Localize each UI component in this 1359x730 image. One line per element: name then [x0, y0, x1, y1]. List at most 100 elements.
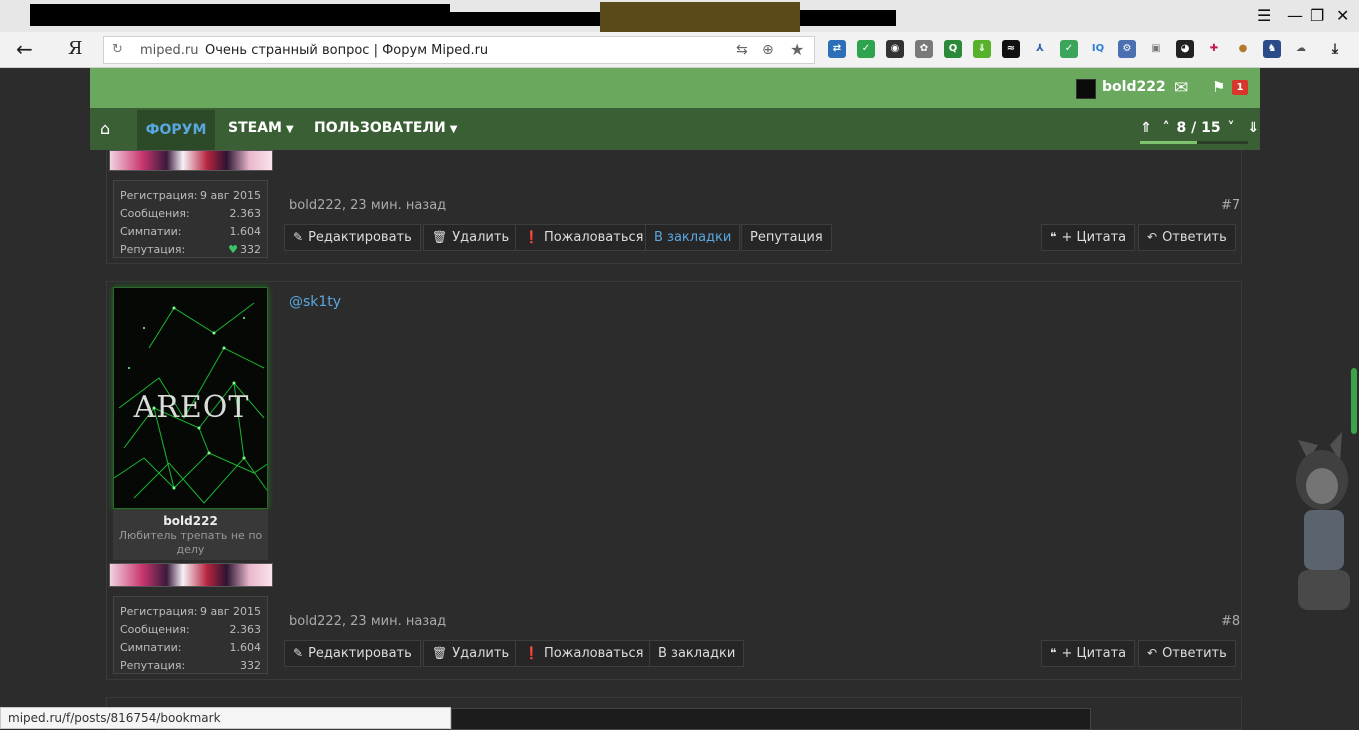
restore-icon[interactable]: ❐ — [1310, 6, 1324, 25]
author-name[interactable]: bold222 — [113, 514, 268, 528]
tab-forum[interactable]: ФОРУМ — [137, 110, 215, 150]
jump-bottom-icon[interactable]: ⇓ — [1247, 120, 1259, 136]
stat-label: Сообщения: — [120, 623, 190, 636]
browser-toolbar: ← Я ↻ miped.ru Очень странный вопрос | Ф… — [0, 32, 1359, 68]
cookie-extension-icon[interactable]: ● — [1234, 40, 1252, 58]
edit-button[interactable]: ✎ Редактировать — [284, 640, 421, 667]
reply-button[interactable]: ↶ Ответить — [1138, 224, 1236, 251]
tab-steam[interactable]: STEAM ▼ — [228, 120, 294, 136]
location-extension-icon[interactable]: ◉ — [886, 40, 904, 58]
page-scrollbar[interactable] — [1351, 368, 1357, 434]
extension-icon[interactable]: ⇄ — [828, 40, 846, 58]
jump-top-icon[interactable]: ⇑ — [1140, 120, 1152, 136]
stat-value: 2.363 — [229, 623, 262, 636]
tab-users[interactable]: ПОЛЬЗОВАТЕЛИ ▼ — [314, 120, 457, 136]
user-stats: Регистрация: 9 авг 2015 Сообщения: 2.363 С… — [113, 180, 268, 258]
post-meta[interactable]: bold222, 23 мин. назад — [289, 614, 446, 629]
alerts-badge[interactable]: 1 — [1232, 80, 1248, 95]
post-meta[interactable]: bold222, 23 мин. назад — [289, 198, 446, 213]
avatar[interactable] — [1076, 79, 1096, 99]
cloud-download-icon[interactable]: ☁ — [1292, 40, 1310, 58]
bookmark-button[interactable]: В закладки — [649, 640, 745, 667]
url-page-title: Очень странный вопрос | Форум Miped.ru — [205, 43, 489, 58]
gift-extension-icon[interactable]: ✚ — [1205, 40, 1223, 58]
stat-label: Регистрация: — [120, 189, 198, 202]
button-label: Редактировать — [308, 646, 412, 661]
user-banner-image — [109, 150, 273, 171]
gear-extension-icon[interactable]: ⚙ — [1118, 40, 1136, 58]
search-extension-icon[interactable]: Q — [944, 40, 962, 58]
url-domain: miped.ru — [140, 43, 199, 58]
figure-extension-icon[interactable]: ⅄ — [1031, 40, 1049, 58]
report-button[interactable]: ❗ Пожаловаться — [515, 640, 653, 667]
menu-icon[interactable]: ☰ — [1257, 6, 1271, 25]
mail-icon[interactable]: ✉ — [1174, 78, 1188, 98]
avatar[interactable]: AREOT — [113, 287, 268, 509]
exclamation-icon: ❗ — [524, 230, 539, 244]
quote-button[interactable]: ❝ + Цитата — [1041, 224, 1136, 251]
pager-progress-track — [1140, 141, 1248, 144]
exclamation-icon: ❗ — [524, 646, 539, 660]
mention-link[interactable]: @sk1ty — [289, 294, 341, 310]
button-label: Ответить — [1162, 646, 1227, 661]
next-post-icon[interactable]: ˅ — [1227, 120, 1234, 136]
stat-value: 332 — [240, 659, 261, 672]
flag-icon[interactable]: ⚑ — [1212, 78, 1225, 96]
caret-down-icon: ▼ — [449, 124, 458, 135]
post-number[interactable]: #8 — [1221, 614, 1240, 629]
post-8 — [106, 281, 1242, 680]
anime-character-decoration-image — [1296, 432, 1350, 610]
post-number[interactable]: #7 — [1221, 198, 1240, 213]
stat-label: Симпатии: — [120, 641, 182, 654]
bookmark-star-icon[interactable]: ★ — [790, 40, 804, 59]
quote-button[interactable]: ❝ + Цитата — [1041, 640, 1136, 667]
delete-button[interactable]: 🗑 Удалить — [423, 640, 519, 667]
stat-label: Сообщения: — [120, 207, 190, 220]
home-icon[interactable]: ⌂ — [100, 119, 110, 138]
stat-label: Симпатии: — [120, 225, 182, 238]
close-icon[interactable]: ✕ — [1336, 6, 1349, 25]
address-bar[interactable]: ↻ miped.ru Очень странный вопрос | Форум… — [103, 36, 815, 64]
report-button[interactable]: ❗ Пожаловаться — [515, 224, 653, 251]
delete-button[interactable]: 🗑 Удалить — [423, 224, 519, 251]
heart-icon: ♥ — [228, 243, 238, 256]
prev-post-icon[interactable]: ˄ — [1163, 120, 1170, 136]
author-title: Любитель трепать не по делу — [118, 529, 263, 556]
post-pager[interactable]: ⇑ ˄ 8 / 15 ˅ ⇓ — [1140, 120, 1259, 136]
redacted-tabs — [450, 12, 600, 26]
pencil-icon: ✎ — [293, 646, 304, 660]
stat-value: 9 авг 2015 — [200, 605, 261, 618]
account-username[interactable]: bold222 — [1102, 79, 1166, 95]
steam-extension-icon[interactable]: ≈ — [1002, 40, 1020, 58]
shield-extension-icon[interactable]: ✓ — [857, 40, 875, 58]
owl-extension-icon[interactable]: ◕ — [1176, 40, 1194, 58]
browser-status-bar: miped.ru/f/posts/816754/bookmark — [0, 707, 451, 729]
paw-extension-icon[interactable]: ✿ — [915, 40, 933, 58]
adguard-extension-icon[interactable]: ✓ — [1060, 40, 1078, 58]
reputation-button[interactable]: Репутация — [741, 224, 832, 251]
window-extension-icon[interactable]: ▣ — [1147, 40, 1165, 58]
stat-value: 1.604 — [229, 225, 262, 238]
redacted-tabs — [30, 4, 450, 26]
fox-extension-icon[interactable]: ♞ — [1263, 40, 1281, 58]
reply-button[interactable]: ↶ Ответить — [1138, 640, 1236, 667]
redacted-tab-active — [600, 2, 800, 32]
bookmark-button[interactable]: В закладки — [645, 224, 741, 251]
reply-icon: ↶ — [1147, 646, 1158, 660]
protect-icon[interactable]: ⊕ — [762, 42, 774, 58]
edit-button[interactable]: ✎ Редактировать — [284, 224, 421, 251]
button-label: + Цитата — [1061, 646, 1127, 661]
download-extension-icon[interactable]: ⇓ — [973, 40, 991, 58]
user-banner-image — [109, 563, 273, 587]
translate-icon[interactable]: ⇆ — [736, 42, 748, 58]
back-arrow-icon[interactable]: ← — [16, 37, 33, 61]
reload-icon[interactable]: ↻ — [112, 42, 123, 57]
minimize-icon[interactable]: — — [1287, 6, 1303, 25]
stat-label: Регистрация: — [120, 605, 198, 618]
redacted-tabs — [800, 10, 896, 26]
pager-position: 8 / 15 — [1176, 120, 1221, 136]
yandex-logo-icon[interactable]: Я — [68, 38, 83, 59]
iq-extension-icon[interactable]: IQ — [1089, 40, 1107, 58]
quote-icon: ❝ — [1050, 230, 1057, 244]
download-icon[interactable]: ⤓ — [1326, 40, 1344, 58]
